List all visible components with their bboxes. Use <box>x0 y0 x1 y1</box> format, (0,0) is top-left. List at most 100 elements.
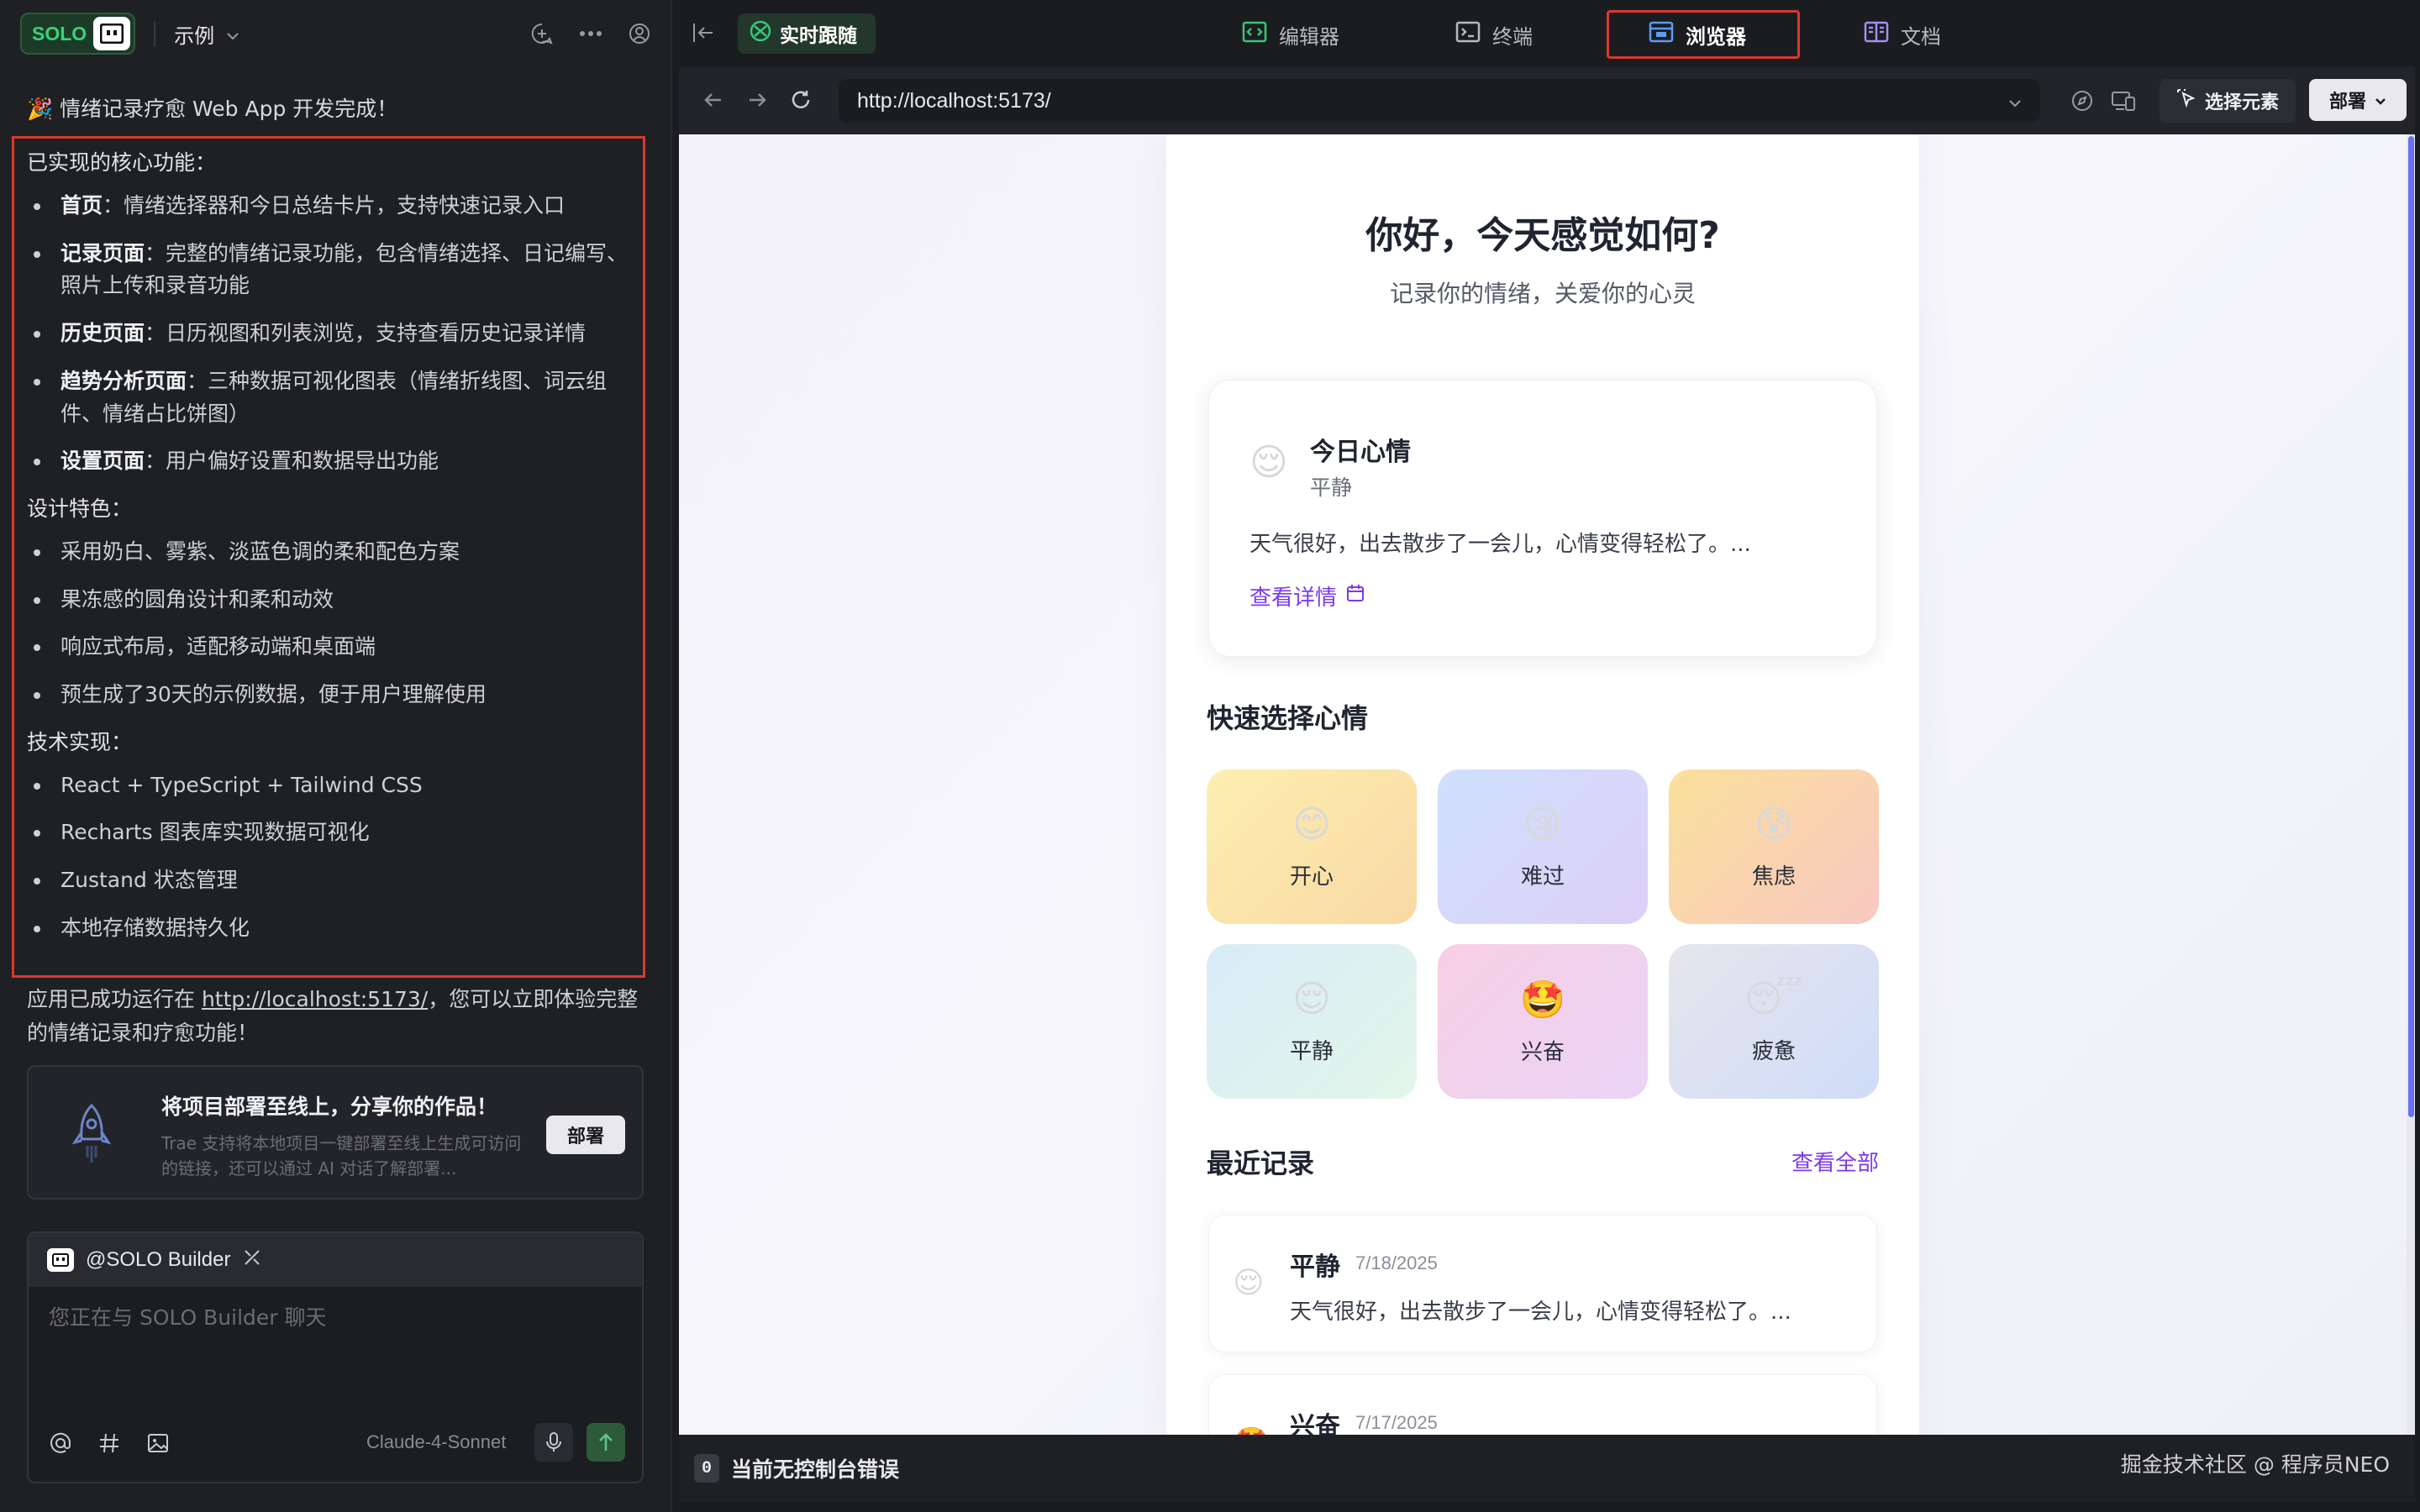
project-name: 示例 <box>174 24 215 48</box>
chevron-down-icon <box>2375 90 2386 111</box>
mood-anxious-button[interactable]: 😰 焦虑 <box>1669 769 1879 924</box>
live-follow-button[interactable]: 实时跟随 <box>738 13 876 54</box>
relieved-face-icon: 😌 <box>1292 978 1331 1021</box>
today-mood-desc: 天气很好，出去散步了一会儿，心情变得轻松了。... <box>1249 532 1751 557</box>
list-item: 预生成了30天的示例数据，便于用户理解使用 <box>27 679 640 711</box>
localhost-link[interactable]: http://localhost:5173/ <box>202 987 428 1011</box>
select-element-button[interactable]: 选择元素 <box>2160 79 2296 123</box>
section-title: 技术实现： <box>27 729 133 754</box>
today-mood-card[interactable]: 😌 今日心情 平静 天气很好，出去散步了一会儿，心情变得轻松了。... 查看详情 <box>1208 380 1877 657</box>
arrow-up-icon <box>599 1433 613 1451</box>
recent-records-title: 最近记录 <box>1207 1147 1315 1179</box>
list-item: Zustand 状态管理 <box>27 864 640 897</box>
mood-happy-button[interactable]: 😊 开心 <box>1207 769 1417 924</box>
record-text: 天气很好，出去散步了一会儿，心情变得轻松了。... <box>1290 1299 1791 1325</box>
deploy-dropdown-button[interactable]: 部署 <box>2309 79 2407 121</box>
view-details-link[interactable]: 查看详情 <box>1249 580 1365 612</box>
deploy-card-desc: Trae 支持将本地项目一键部署至线上生成可访问的链接，还可以通过 AI 对话了… <box>161 1133 522 1179</box>
cursor-select-icon <box>2176 88 2196 113</box>
model-selector[interactable]: Claude-4-Sonnet <box>366 1431 506 1453</box>
tab-browser[interactable]: 浏览器 <box>1649 12 1746 57</box>
url-text: http://localhost:5173/ <box>857 88 1051 113</box>
scrollbar-thumb[interactable] <box>2408 136 2414 1117</box>
list-item: 响应式布局，适配移动端和桌面端 <box>27 631 640 664</box>
hashtag-icon[interactable] <box>97 1431 121 1458</box>
list-item: Recharts 图表库实现数据可视化 <box>27 816 640 849</box>
relieved-face-icon: 😌 <box>1233 1266 1265 1300</box>
list-item: 设置页面：用户偏好设置和数据导出功能 <box>27 445 640 478</box>
mood-tired-button[interactable]: 😴 疲惫 <box>1669 944 1879 1099</box>
relieved-face-icon: 😌 <box>1249 441 1288 484</box>
forward-icon[interactable] <box>746 89 768 114</box>
watermark-text: 掘金技术社区 @ 程序员NEO <box>2120 1452 2390 1477</box>
live-follow-label: 实时跟随 <box>780 25 857 47</box>
viewport-scrollbar[interactable] <box>2407 134 2415 1435</box>
chat-composer: @SOLO Builder Claude-4-Sonnet <box>27 1231 644 1483</box>
deploy-button[interactable]: 部署 <box>546 1116 625 1154</box>
image-upload-icon[interactable] <box>146 1431 170 1458</box>
record-mood: 平静 <box>1290 1252 1340 1282</box>
mention-icon[interactable] <box>49 1431 72 1458</box>
new-chat-icon[interactable] <box>529 21 555 46</box>
mood-excited-button[interactable]: 🤩 兴奋 <box>1438 944 1648 1099</box>
workspace-tabbar: 实时跟随 编辑器 终端 浏览器 文档 <box>674 0 2420 67</box>
chat-panel-header: SOLO 示例 <box>0 0 672 67</box>
refresh-icon[interactable] <box>790 89 812 114</box>
back-icon[interactable] <box>702 89 724 114</box>
more-icon[interactable] <box>578 21 603 46</box>
deploy-card-title: 将项目部署至线上，分享你的作品！ <box>161 1095 498 1119</box>
tab-editor[interactable]: 编辑器 <box>1242 12 1339 57</box>
microphone-icon <box>546 1432 561 1452</box>
workspace-panel: 实时跟随 编辑器 终端 浏览器 文档 http://localhost:5173… <box>674 0 2420 1512</box>
solo-label: SOLO <box>32 22 87 45</box>
solo-mode-badge[interactable]: SOLO <box>20 13 136 55</box>
bot-icon <box>47 1248 74 1272</box>
solo-logo-icon <box>93 17 131 50</box>
console-status-text: 当前无控制台错误 <box>731 1457 900 1482</box>
tools-icon[interactable] <box>242 1247 262 1273</box>
section-title: 设计特色： <box>27 496 133 521</box>
browser-toolbar: http://localhost:5173/ 选择元素 部署 <box>679 67 2415 134</box>
tab-terminal[interactable]: 终端 <box>1455 12 1533 57</box>
view-all-link[interactable]: 查看全部 <box>1791 1146 1879 1177</box>
mood-sad-button[interactable]: 😢 难过 <box>1438 769 1648 924</box>
app-page: 你好，今天感觉如何? 记录你的情绪，关爱你的心灵 😌 今日心情 平静 天气很好，… <box>1166 134 1919 1435</box>
project-selector[interactable]: 示例 <box>174 19 239 49</box>
run-status-message: 应用已成功运行在 http://localhost:5173/，您可以立即体验完… <box>27 987 639 1045</box>
compass-icon[interactable] <box>2070 89 2094 116</box>
list-item: 趋势分析页面：三种数据可视化图表（情绪折线图、词云组件、情绪占比饼图） <box>27 365 640 431</box>
microphone-button[interactable] <box>534 1423 573 1462</box>
quick-mood-title: 快速选择心情 <box>1207 702 1369 734</box>
chat-input[interactable] <box>49 1305 620 1330</box>
header-divider <box>154 21 156 46</box>
page-subtitle: 记录你的情绪，关爱你的心灵 <box>1389 280 1696 307</box>
calendar-icon <box>1345 583 1365 609</box>
crying-face-icon: 😢 <box>1523 803 1562 846</box>
chat-panel: SOLO 示例 🎉 情绪记录疗愈 Web App 开发完成！ 已实现的核心功能：… <box>0 0 672 1512</box>
chevron-down-icon[interactable] <box>2008 89 2022 113</box>
collapse-panel-icon[interactable] <box>691 20 716 49</box>
send-button[interactable] <box>587 1423 625 1462</box>
list-item: 采用奶白、雾紫、淡蓝色调的柔和配色方案 <box>27 536 640 569</box>
star-struck-icon: 🤩 <box>1519 978 1566 1021</box>
section-title: 已实现的核心功能： <box>27 150 217 175</box>
deploy-card: 将项目部署至线上，分享你的作品！ Trae 支持将本地项目一键部署至线上生成可访… <box>27 1065 644 1200</box>
account-icon[interactable] <box>627 21 652 46</box>
feature-list: 首页：情绪选择器和今日总结卡片，支持快速记录入口 记录页面：完整的情绪记录功能，… <box>27 190 640 478</box>
terminal-icon <box>1455 21 1481 48</box>
address-bar[interactable]: http://localhost:5173/ <box>839 79 2040 123</box>
list-item: 果冻感的圆角设计和柔和动效 <box>27 584 640 617</box>
docs-icon <box>1864 21 1889 48</box>
tab-docs[interactable]: 文档 <box>1864 12 1941 57</box>
browser-icon <box>1649 21 1674 48</box>
record-item[interactable]: 🤩 兴奋 7/17/2025 <box>1208 1374 1877 1435</box>
list-item: 历史页面：日历视图和列表浏览，支持查看历史记录详情 <box>27 318 640 350</box>
summary-content: 已实现的核心功能： 首页：情绪选择器和今日总结卡片，支持快速记录入口 记录页面：… <box>27 147 640 960</box>
record-item[interactable]: 😌 平静 7/18/2025 天气很好，出去散步了一会儿，心情变得轻松了。... <box>1208 1215 1877 1352</box>
page-title: 你好，今天感觉如何? <box>1365 214 1720 257</box>
mood-calm-button[interactable]: 😌 平静 <box>1207 944 1417 1099</box>
smiling-face-icon: 😊 <box>1292 803 1331 846</box>
device-toggle-icon[interactable] <box>2111 89 2136 116</box>
live-follow-icon <box>750 20 771 47</box>
chevron-down-icon <box>226 22 239 45</box>
